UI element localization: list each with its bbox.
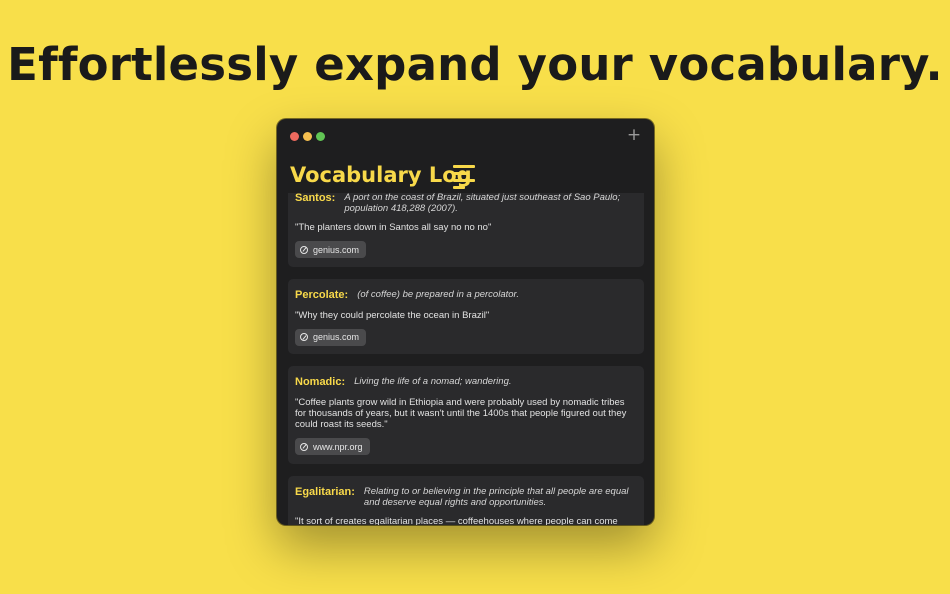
entry-definition: Living the life of a nomad; wandering.: [354, 376, 512, 387]
compass-icon: [300, 245, 308, 254]
entry-quote: "The planters down in Santos all say no …: [295, 222, 492, 233]
entry-word: Nomadic:: [295, 376, 346, 388]
entry-quote: "Why they could percolate the ocean in B…: [295, 309, 490, 321]
source-link[interactable]: genius.com: [295, 328, 367, 346]
minimize-window-button[interactable]: [303, 132, 312, 141]
entry-quote: "Coffee plants grow wild in Ethiopia and…: [295, 397, 627, 430]
add-entry-button[interactable]: +: [626, 127, 642, 144]
entry-word: Santos:: [295, 193, 336, 204]
entry-quote: "It sort of creates egalitarian places —…: [295, 515, 618, 526]
app-title: Vocabulary Log: [290, 163, 472, 187]
entry-definition: A port on the coast of Brazil, situated …: [344, 193, 621, 214]
entry-word: Egalitarian:: [295, 485, 355, 498]
compass-icon: [300, 442, 308, 451]
compass-icon: [300, 333, 308, 341]
source-label: www.npr.org: [313, 441, 363, 452]
source-label: genius.com: [313, 244, 360, 255]
list-item[interactable]: Nomadic: Living the life of a nomad; wan…: [288, 366, 644, 464]
source-label: genius.com: [313, 332, 360, 342]
app-header: Vocabulary Log: [277, 153, 654, 193]
entry-definition: (of coffee) be prepared in a percolator.: [357, 288, 519, 300]
source-link[interactable]: www.npr.org: [295, 438, 370, 455]
entry-definition: Relating to or believing in the principl…: [363, 485, 629, 508]
list-item[interactable]: Santos: A port on the coast of Brazil, s…: [288, 193, 644, 267]
titlebar: +: [277, 119, 654, 153]
list-item[interactable]: Percolate: (of coffee) be prepared in a …: [288, 278, 644, 354]
entries-list: Santos: A port on the coast of Brazil, s…: [288, 193, 644, 525]
headline: Effortlessly expand your vocabulary.: [7, 38, 943, 91]
zoom-window-button[interactable]: [316, 132, 325, 141]
close-window-button[interactable]: [290, 132, 299, 141]
source-link[interactable]: genius.com: [295, 241, 367, 258]
entry-word: Percolate:: [295, 288, 349, 301]
entries-scroll-area[interactable]: Santos: A port on the coast of Brazil, s…: [277, 193, 654, 525]
list-item[interactable]: Egalitarian: Relating to or believing in…: [288, 475, 644, 526]
app-window: + Vocabulary Log Santos: A port on the c…: [277, 119, 654, 525]
list-icon[interactable]: [453, 165, 475, 193]
